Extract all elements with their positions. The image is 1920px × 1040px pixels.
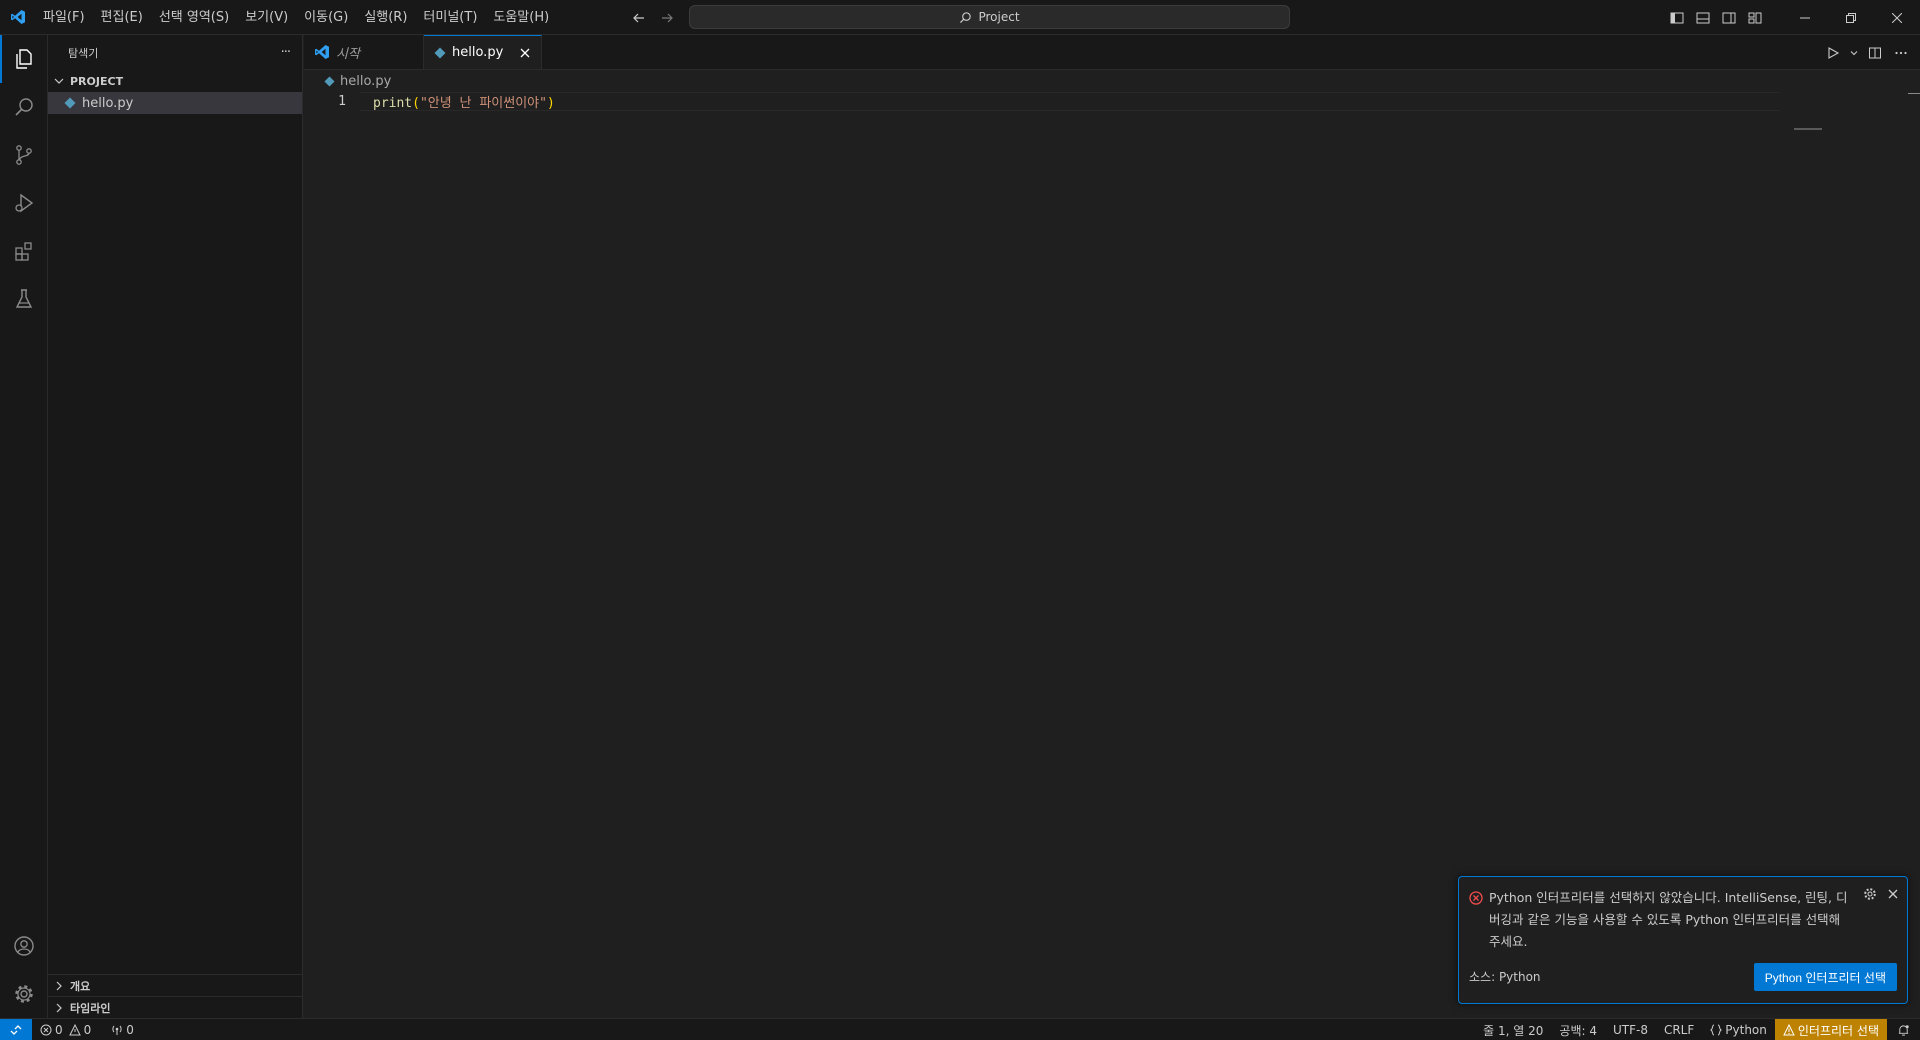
select-interpreter-button[interactable]: Python 인터프리터 선택 bbox=[1753, 963, 1897, 991]
folder-name: PROJECT bbox=[70, 74, 124, 88]
tab-label: 시작 bbox=[336, 46, 360, 62]
extensions-icon[interactable] bbox=[0, 227, 48, 275]
menu-bar: 파일(F) 편집(E) 선택 영역(S) 보기(V) 이동(G) 실행(R) 터… bbox=[35, 0, 557, 35]
notification-message: Python 인터프리터를 선택하지 않았습니다. IntelliSense, … bbox=[1489, 890, 1848, 949]
outline-label: 개요 bbox=[70, 979, 91, 993]
menu-run[interactable]: 실행(R) bbox=[356, 0, 415, 35]
error-icon bbox=[1469, 891, 1483, 953]
end-of-line[interactable]: CRLF bbox=[1656, 1019, 1702, 1040]
python-file-icon bbox=[324, 75, 335, 87]
error-icon bbox=[40, 1024, 52, 1036]
problems-indicator[interactable]: 0 0 bbox=[32, 1019, 97, 1040]
toggle-primary-sidebar-icon[interactable] bbox=[1664, 0, 1690, 35]
status-bar: 0 0 0 줄 1, 열 20 공백: 4 UTF-8 CRLF Python … bbox=[0, 1018, 1920, 1040]
warning-count: 0 bbox=[83, 1022, 92, 1037]
ports-indicator[interactable]: 0 bbox=[105, 1019, 140, 1040]
warning-icon bbox=[68, 1023, 81, 1036]
project-folder-header[interactable]: PROJECT bbox=[48, 70, 302, 92]
menu-view[interactable]: 보기(V) bbox=[237, 0, 296, 35]
tab-hello-py[interactable]: hello.py bbox=[424, 35, 542, 69]
chevron-down-icon[interactable] bbox=[1848, 42, 1860, 64]
toggle-secondary-sidebar-icon[interactable] bbox=[1716, 0, 1742, 35]
gear-icon[interactable] bbox=[1863, 887, 1877, 901]
error-count: 0 bbox=[55, 1022, 63, 1037]
customize-layout-icon[interactable] bbox=[1742, 0, 1768, 35]
notification-source: 소스: Python bbox=[1469, 970, 1541, 984]
vscode-logo-icon bbox=[314, 44, 330, 60]
manage-gear-icon[interactable] bbox=[0, 970, 48, 1018]
timeline-label: 타임라인 bbox=[70, 1001, 111, 1015]
minimize-icon[interactable] bbox=[1782, 0, 1828, 35]
breadcrumb-file: hello.py bbox=[340, 73, 392, 89]
explorer-sidebar: 탐색기 ··· PROJECT hello.py 개요 타임라인 bbox=[48, 35, 303, 1018]
warning-icon bbox=[1783, 1024, 1795, 1036]
tab-welcome[interactable]: 시작 bbox=[304, 35, 424, 69]
run-debug-icon[interactable] bbox=[0, 179, 48, 227]
file-item-hello-py[interactable]: hello.py bbox=[48, 92, 302, 114]
vscode-logo-icon bbox=[0, 0, 35, 35]
language-mode[interactable]: Python bbox=[1702, 1019, 1775, 1040]
interpreter-warning-label: 인터프리터 선택 bbox=[1797, 1023, 1879, 1038]
timeline-section-header[interactable]: 타임라인 bbox=[48, 996, 302, 1018]
ports-count: 0 bbox=[126, 1022, 134, 1037]
close-icon[interactable] bbox=[1887, 888, 1899, 900]
language-label: Python bbox=[1725, 1023, 1767, 1037]
code-line[interactable]: 1 print("안녕 난 파이썬이야") bbox=[304, 92, 1920, 111]
python-file-icon bbox=[64, 97, 76, 109]
menu-edit[interactable]: 편집(E) bbox=[93, 0, 151, 35]
menu-go[interactable]: 이동(G) bbox=[296, 0, 356, 35]
menu-help[interactable]: 도움말(H) bbox=[485, 0, 557, 35]
forward-arrow-icon[interactable] bbox=[656, 7, 678, 29]
activity-bar bbox=[0, 35, 48, 1018]
select-interpreter-status[interactable]: 인터프리터 선택 bbox=[1774, 1019, 1887, 1040]
indentation[interactable]: 공백: 4 bbox=[1551, 1019, 1605, 1040]
file-name: hello.py bbox=[82, 95, 134, 111]
chevron-down-icon bbox=[52, 74, 66, 88]
run-python-file-icon[interactable] bbox=[1822, 42, 1844, 64]
python-file-icon bbox=[434, 47, 446, 59]
title-bar: 파일(F) 편집(E) 선택 영역(S) 보기(V) 이동(G) 실행(R) 터… bbox=[0, 0, 1920, 35]
toggle-panel-icon[interactable] bbox=[1690, 0, 1716, 35]
chevron-right-icon bbox=[52, 1001, 66, 1015]
testing-flask-icon[interactable] bbox=[0, 275, 48, 323]
close-tab-icon[interactable] bbox=[519, 47, 531, 59]
broadcast-icon bbox=[111, 1024, 123, 1036]
current-line-highlight bbox=[360, 92, 1780, 111]
notifications-bell-icon[interactable] bbox=[1887, 1019, 1920, 1040]
command-center-label: Project bbox=[978, 10, 1020, 24]
more-actions-icon[interactable]: ··· bbox=[281, 45, 291, 60]
sidebar-title: 탐색기 bbox=[68, 46, 99, 60]
scrollbar-cursor-marker bbox=[1908, 93, 1920, 94]
search-view-icon[interactable] bbox=[0, 83, 48, 131]
braces-icon bbox=[1710, 1024, 1723, 1036]
tab-label: hello.py bbox=[452, 45, 504, 60]
close-window-icon[interactable] bbox=[1874, 0, 1920, 35]
chevron-right-icon bbox=[52, 979, 66, 993]
more-actions-icon[interactable] bbox=[1890, 42, 1912, 64]
remote-indicator-icon[interactable] bbox=[0, 1018, 32, 1040]
breadcrumb[interactable]: hello.py bbox=[304, 70, 1920, 92]
explorer-icon[interactable] bbox=[0, 35, 48, 83]
tab-bar: 시작 hello.py bbox=[304, 35, 1920, 70]
back-arrow-icon[interactable] bbox=[628, 7, 650, 29]
editor-area: 시작 hello.py hello.py 1 print("안녕 난 파이썬이야… bbox=[304, 35, 1920, 1018]
search-icon bbox=[959, 11, 972, 24]
python-interpreter-notification: Python 인터프리터를 선택하지 않았습니다. IntelliSense, … bbox=[1458, 876, 1908, 1004]
restore-icon[interactable] bbox=[1828, 0, 1874, 35]
outline-section-header[interactable]: 개요 bbox=[48, 974, 302, 996]
cursor-position[interactable]: 줄 1, 열 20 bbox=[1475, 1019, 1551, 1040]
source-control-icon[interactable] bbox=[0, 131, 48, 179]
command-center-search[interactable]: Project bbox=[689, 5, 1290, 29]
split-editor-icon[interactable] bbox=[1864, 42, 1886, 64]
minimap-preview[interactable] bbox=[1794, 128, 1822, 130]
menu-selection[interactable]: 선택 영역(S) bbox=[151, 0, 237, 35]
line-number: 1 bbox=[338, 94, 346, 109]
encoding[interactable]: UTF-8 bbox=[1605, 1019, 1656, 1040]
menu-file[interactable]: 파일(F) bbox=[35, 0, 93, 35]
menu-terminal[interactable]: 터미널(T) bbox=[415, 0, 485, 35]
accounts-icon[interactable] bbox=[0, 922, 48, 970]
